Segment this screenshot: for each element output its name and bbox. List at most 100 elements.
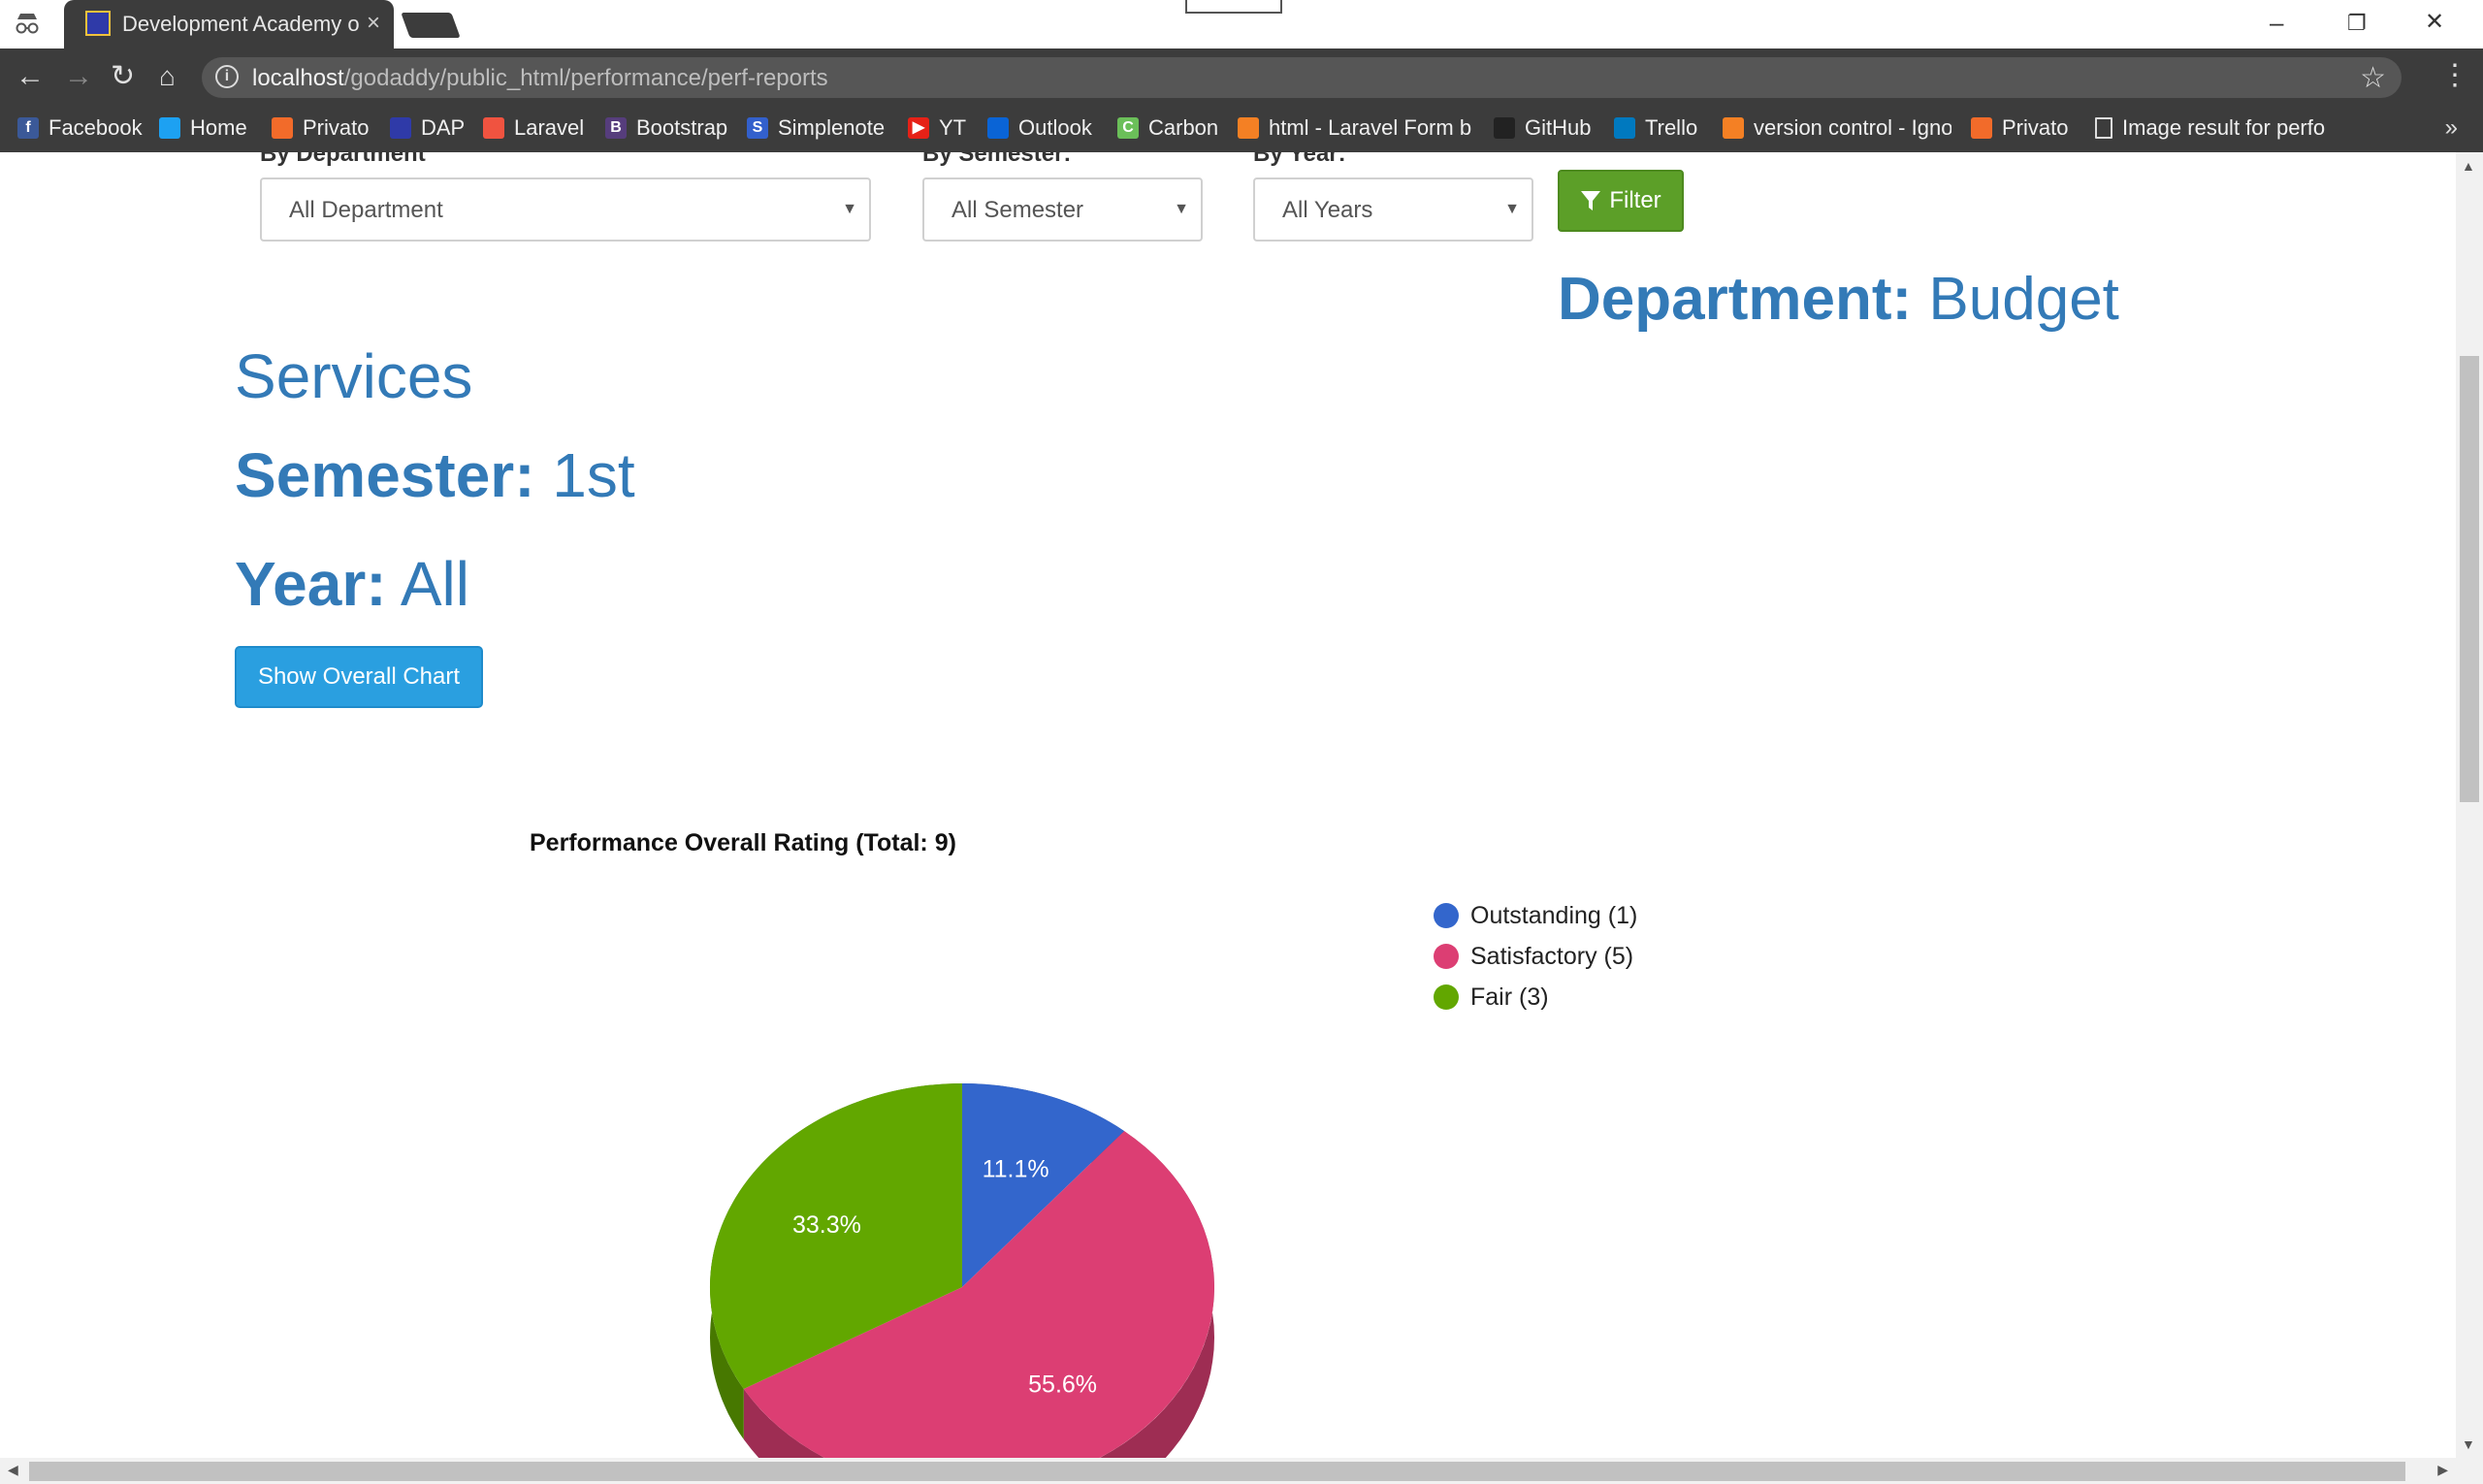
department-heading: Department: Budget — [1558, 266, 2119, 333]
semester-heading: Semester: 1st — [235, 440, 635, 510]
carbon-icon: C — [1117, 117, 1139, 139]
browser-tab[interactable]: Development Academy o × — [64, 0, 394, 48]
horizontal-scrollbar[interactable]: ◀ ▶ — [0, 1458, 2456, 1484]
youtube-icon: ▶ — [908, 117, 929, 139]
pie-slice-label: 55.6% — [1028, 1371, 1097, 1399]
pie-slice-label: 33.3% — [792, 1211, 861, 1239]
new-tab-button[interactable] — [401, 13, 461, 38]
bookmark-label: Carbon — [1148, 115, 1219, 140]
legend-label: Outstanding (1) — [1470, 901, 1638, 929]
legend-label: Fair (3) — [1470, 983, 1549, 1011]
browser-menu-icon[interactable]: ⋮ — [2440, 58, 2469, 92]
bookmark-item[interactable]: Image result for perfo — [2095, 113, 2328, 143]
bookmark-label: GitHub — [1525, 115, 1592, 140]
close-window-button[interactable]: ✕ — [2425, 8, 2444, 36]
legend-item-outstanding[interactable]: Outstanding (1) — [1434, 895, 1637, 936]
privato-icon — [1971, 117, 1992, 139]
bookmark-item[interactable]: GitHub — [1494, 113, 1600, 143]
tab-strip: Development Academy o × – ❐ ✕ — [0, 0, 2483, 48]
privato-icon — [272, 117, 293, 139]
show-overall-chart-button[interactable]: Show Overall Chart — [235, 646, 483, 708]
bookmark-label: Privato — [303, 115, 370, 140]
incognito-icon — [16, 14, 39, 34]
horizontal-scroll-thumb[interactable] — [29, 1462, 2405, 1481]
bookmark-star-icon[interactable]: ☆ — [2360, 61, 2386, 95]
pie-slice-label: 11.1% — [983, 1156, 1049, 1183]
bookmark-label: Trello — [1645, 115, 1698, 140]
department-select[interactable]: All Department ▼ — [260, 177, 871, 242]
bookmark-item[interactable]: html - Laravel Form b — [1238, 113, 1474, 143]
tab-title: Development Academy o — [122, 12, 360, 36]
info-icon[interactable]: i — [215, 65, 239, 88]
back-arrow-icon[interactable]: ← — [16, 60, 45, 93]
year-heading: Year: All — [235, 549, 469, 619]
filter-button[interactable]: Filter — [1558, 170, 1684, 232]
service-heading: Services — [235, 341, 473, 411]
vertical-scroll-thumb[interactable] — [2460, 356, 2479, 802]
bookmark-label: DAP — [421, 115, 466, 140]
filter-button-label: Filter — [1609, 187, 1661, 213]
legend-item-satisfactory[interactable]: Satisfactory (5) — [1434, 936, 1637, 977]
home-icon[interactable]: ⌂ — [159, 60, 176, 93]
trello-icon — [1614, 117, 1635, 139]
address-bar[interactable]: i localhost/godaddy/public_html/performa… — [202, 57, 2402, 98]
url-text[interactable]: localhost/godaddy/public_html/performanc… — [252, 65, 828, 92]
github-icon — [1494, 117, 1515, 139]
bookmark-item[interactable]: C Carbon — [1117, 113, 1224, 143]
bookmark-item[interactable]: S Simplenote — [747, 113, 896, 143]
bookmark-item[interactable]: Privato — [1971, 113, 2083, 143]
browser-toolbar: ← → ↻ ⌂ i localhost/godaddy/public_html/… — [0, 48, 2483, 105]
bookmark-label: Simplenote — [778, 115, 886, 140]
dap-favicon-icon — [85, 11, 111, 36]
bookmark-item[interactable]: ▶ YT — [908, 113, 978, 143]
department-filter-label: By Department — [260, 152, 426, 167]
vertical-scrollbar[interactable]: ▲ ▼ — [2456, 152, 2483, 1458]
bookmark-item[interactable]: f Facebook — [17, 113, 144, 143]
stackoverflow-icon — [1238, 117, 1259, 139]
year-filter-label: By Year: — [1253, 152, 1346, 167]
scroll-right-icon[interactable]: ▶ — [2437, 1462, 2448, 1478]
bookmark-label: Laravel — [514, 115, 585, 140]
bookmark-item[interactable]: DAP — [390, 113, 471, 143]
minimize-button[interactable]: – — [2270, 8, 2283, 38]
bookmark-item[interactable]: version control - Igno — [1723, 113, 1951, 143]
reload-icon[interactable]: ↻ — [111, 60, 135, 93]
scroll-left-icon[interactable]: ◀ — [8, 1462, 18, 1478]
stackoverflow-icon — [1723, 117, 1744, 139]
window-drag-handle[interactable] — [1185, 0, 1282, 14]
bookmarks-overflow-icon[interactable]: » — [2445, 114, 2458, 142]
bookmark-label: html - Laravel Form b — [1269, 115, 1472, 140]
legend-swatch — [1434, 984, 1459, 1010]
semester-select-value: All Semester — [951, 197, 1084, 223]
legend-item-fair[interactable]: Fair (3) — [1434, 977, 1637, 1017]
bookmark-item[interactable]: Trello — [1614, 113, 1711, 143]
legend-swatch — [1434, 903, 1459, 928]
year-select[interactable]: All Years ▼ — [1253, 177, 1533, 242]
bookmark-item[interactable]: Laravel — [483, 113, 592, 143]
funnel-icon — [1581, 191, 1601, 210]
bookmark-label: version control - Igno — [1754, 115, 1951, 140]
bookmark-label: Facebook — [48, 115, 143, 140]
outlook-icon — [987, 117, 1009, 139]
chart-title: Performance Overall Rating (Total: 9) — [530, 829, 956, 856]
tab-close-icon[interactable]: × — [367, 10, 380, 37]
bookmark-item[interactable]: Privato — [272, 113, 378, 143]
bootstrap-icon: B — [605, 117, 627, 139]
bookmark-label: Home — [190, 115, 247, 140]
forward-arrow-icon[interactable]: → — [64, 60, 93, 93]
bookmarks-bar: Image result for perfo Privato version con… — [0, 105, 2483, 152]
pie-chart: 11.1% 55.6% 33.3% — [709, 1083, 1214, 1458]
caret-down-icon: ▼ — [1174, 201, 1189, 217]
bookmark-label: Outlook — [1018, 115, 1092, 140]
facebook-icon: f — [17, 117, 39, 139]
bookmark-label: Image result for perfo — [2122, 115, 2326, 140]
bookmark-item[interactable]: Home — [159, 113, 260, 143]
semester-select[interactable]: All Semester ▼ — [922, 177, 1203, 242]
dap-icon — [390, 117, 411, 139]
scroll-up-icon[interactable]: ▲ — [2462, 158, 2475, 174]
scroll-down-icon[interactable]: ▼ — [2462, 1436, 2475, 1452]
restore-button[interactable]: ❐ — [2347, 11, 2367, 36]
bookmark-item[interactable]: Outlook — [987, 113, 1104, 143]
bookmark-item[interactable]: B Bootstrap — [605, 113, 733, 143]
caret-down-icon: ▼ — [1504, 201, 1520, 217]
